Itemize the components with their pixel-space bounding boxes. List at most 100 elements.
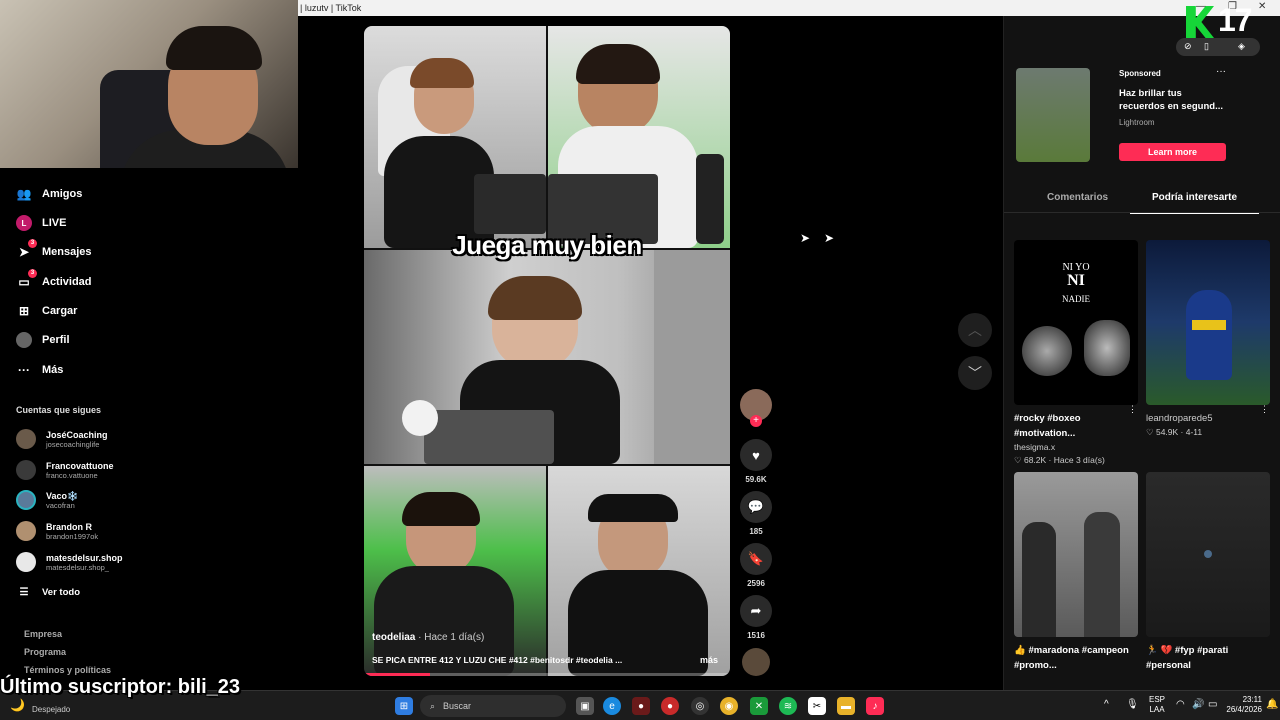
activity-icon: ▭ 3 bbox=[16, 269, 37, 290]
follow-plus-icon[interactable]: + bbox=[750, 415, 762, 427]
sidebar-item-upload[interactable]: ⊞ Cargar bbox=[16, 301, 78, 321]
sidebar-item-label: Actividad bbox=[42, 276, 92, 288]
webcam-overlay bbox=[0, 0, 298, 168]
creator-avatar-button[interactable]: + bbox=[740, 389, 772, 427]
language-indicator[interactable]: ESP LAA bbox=[1149, 695, 1165, 715]
tab-recommended[interactable]: Podría interesarte bbox=[1130, 192, 1260, 214]
left-sidebar: 👥 Amigos L LIVE ➤ 3 Mensajes ▭ 3 Actividad… bbox=[0, 168, 150, 690]
phone-icon[interactable]: ▯ bbox=[1204, 41, 1209, 52]
video-title: 🏃 💔 #fyp #parati #personal bbox=[1146, 645, 1229, 671]
footer-link-company[interactable]: Empresa bbox=[24, 629, 62, 639]
clock[interactable]: 23:11 26/4/2026 bbox=[1222, 695, 1262, 715]
recommended-video-card[interactable]: leandroparede5 ♡ 54.9K · 4-11 bbox=[1146, 240, 1270, 439]
ad-learn-more-button[interactable]: Learn more bbox=[1119, 143, 1226, 161]
cursor-icon: ➤ bbox=[824, 231, 835, 245]
ad-thumbnail[interactable] bbox=[1016, 68, 1090, 162]
video-author: thesigma.x bbox=[1014, 442, 1056, 452]
account-handle: vacofran bbox=[46, 500, 75, 510]
battery-icon[interactable]: ▭ bbox=[1208, 699, 1217, 710]
heart-icon: ♥ bbox=[740, 439, 772, 471]
see-all-link[interactable]: ☰ Ver todo bbox=[16, 582, 81, 602]
file-explorer-icon[interactable]: ▬ bbox=[837, 697, 855, 715]
thumbnail-text: NI bbox=[1067, 272, 1085, 289]
following-account[interactable]: Brandon Rbrandon1997ok bbox=[16, 518, 98, 544]
recommended-video-card[interactable]: NI YO NI NADIE #rocky #boxeo #motivation… bbox=[1014, 240, 1138, 467]
avatar bbox=[16, 429, 36, 449]
ad-more-icon[interactable]: ··· bbox=[1216, 66, 1226, 77]
stream-logo: 17 bbox=[1184, 2, 1276, 40]
following-account[interactable]: matesdelsur.shop matesdelsur.shop_ bbox=[16, 549, 123, 575]
video-panel bbox=[548, 466, 730, 676]
sidebar-item-activity[interactable]: ▭ 3 Actividad bbox=[16, 269, 92, 292]
video-title: leandroparede5 bbox=[1146, 413, 1213, 424]
spotify-icon[interactable]: ≋ bbox=[779, 697, 797, 715]
following-account[interactable]: Vaco❄️ vacofran bbox=[16, 487, 78, 513]
footer-link-program[interactable]: Programa bbox=[24, 647, 66, 657]
avatar bbox=[16, 552, 36, 572]
live-icon: L bbox=[16, 215, 32, 231]
sidebar-item-profile[interactable]: Perfil bbox=[16, 330, 70, 350]
video-progress-bar[interactable] bbox=[364, 673, 730, 676]
sidebar-item-messages[interactable]: ➤ 3 Mensajes bbox=[16, 239, 92, 262]
task-view-icon[interactable]: ▣ bbox=[576, 697, 594, 715]
compass-icon[interactable]: ⊘ bbox=[1184, 41, 1192, 52]
card-more-icon[interactable]: ⋮ bbox=[1260, 404, 1269, 415]
more-icon: ··· bbox=[18, 363, 30, 377]
window-title: | luzutv | TikTok bbox=[300, 3, 362, 13]
like-button[interactable]: ♥ 59.6K bbox=[740, 439, 772, 484]
share-button[interactable]: ➦ 1516 bbox=[740, 595, 772, 640]
extension-icon[interactable]: ◈ bbox=[1238, 41, 1245, 52]
account-handle: matesdelsur.shop_ bbox=[46, 562, 109, 572]
sound-avatar-button[interactable] bbox=[740, 648, 772, 676]
more-button[interactable]: más bbox=[700, 655, 718, 665]
video-thumbnail: NI YO NI NADIE bbox=[1014, 240, 1138, 405]
taskbar-search-input[interactable]: ⌕ Buscar bbox=[420, 695, 566, 717]
following-account[interactable]: JoséCoaching josecoachinglife bbox=[16, 426, 108, 452]
region-label: LAA bbox=[1149, 705, 1165, 714]
video-title: 👍 #maradona #campeon #promo... bbox=[1014, 645, 1129, 671]
browser-extension-bar[interactable]: ⊘ ▯ ◈ bbox=[1176, 38, 1260, 56]
chrome-icon[interactable]: ◉ bbox=[720, 697, 738, 715]
recommended-video-card[interactable]: 👍 #maradona #campeon #promo... bbox=[1014, 472, 1138, 673]
sidebar-item-friends[interactable]: 👥 Amigos bbox=[16, 184, 83, 204]
upload-icon: ⊞ bbox=[18, 304, 30, 318]
video-player[interactable]: Juega muy bien teodeliaa · Hace 1 día(s)… bbox=[364, 26, 730, 676]
sidebar-item-more[interactable]: ··· Más bbox=[16, 360, 63, 380]
cursor-icon: ➤ bbox=[800, 231, 811, 245]
sidebar-item-label: Mensajes bbox=[42, 246, 92, 258]
logo-number: 17 bbox=[1218, 2, 1253, 38]
wifi-icon[interactable]: ◠ bbox=[1176, 699, 1185, 710]
video-username[interactable]: teodeliaa bbox=[372, 632, 415, 643]
previous-video-button[interactable]: ︿ bbox=[958, 313, 992, 347]
footer-link-terms[interactable]: Términos y políticas bbox=[24, 665, 111, 675]
comment-button[interactable]: 💬 185 bbox=[740, 491, 772, 536]
account-name: Francovattuone bbox=[46, 460, 114, 471]
tab-comments[interactable]: Comentarios bbox=[1047, 192, 1108, 203]
messages-badge: 3 bbox=[28, 239, 37, 248]
video-description: SE PICA ENTRE 412 Y LUZU CHE #412 #benit… bbox=[372, 655, 623, 665]
windows-start-icon[interactable]: ⊞ bbox=[395, 697, 413, 715]
next-video-button[interactable]: ﹀ bbox=[958, 356, 992, 390]
capcut-icon[interactable]: ✂ bbox=[808, 697, 826, 715]
record-app-icon[interactable]: ● bbox=[661, 697, 679, 715]
following-account[interactable]: Francovattuone franco.vattuone bbox=[16, 457, 114, 483]
video-posted-time: · Hace 1 día(s) bbox=[415, 632, 485, 643]
microphone-icon[interactable]: 🎙 bbox=[1126, 699, 1139, 710]
tiktok-icon[interactable]: ♪ bbox=[866, 697, 884, 715]
sidebar-item-live[interactable]: L LIVE bbox=[16, 213, 66, 233]
obs-app-icon[interactable]: ● bbox=[632, 697, 650, 715]
volume-icon[interactable]: 🔊 bbox=[1192, 699, 1204, 710]
edge-icon[interactable]: e bbox=[603, 697, 621, 715]
last-subscriber-overlay: Último suscriptor: bili_23 bbox=[0, 676, 241, 698]
language-label: ESP bbox=[1149, 695, 1166, 704]
save-button[interactable]: 🔖 2596 bbox=[740, 543, 772, 588]
xbox-icon[interactable]: ✕ bbox=[750, 697, 768, 715]
notification-bell-icon[interactable]: 🔔 bbox=[1266, 699, 1278, 710]
obs-studio-icon[interactable]: ◎ bbox=[691, 697, 709, 715]
recommended-video-card[interactable]: 🏃 💔 #fyp #parati #personal bbox=[1146, 472, 1270, 673]
video-author[interactable]: teodeliaa · Hace 1 día(s) bbox=[372, 632, 484, 643]
weather-icon[interactable]: 🌙 bbox=[10, 698, 25, 712]
card-more-icon[interactable]: ⋮ bbox=[1128, 404, 1137, 415]
video-title: #rocky #boxeo #motivation... bbox=[1014, 413, 1081, 439]
chevron-up-icon[interactable]: ^ bbox=[1104, 699, 1109, 710]
